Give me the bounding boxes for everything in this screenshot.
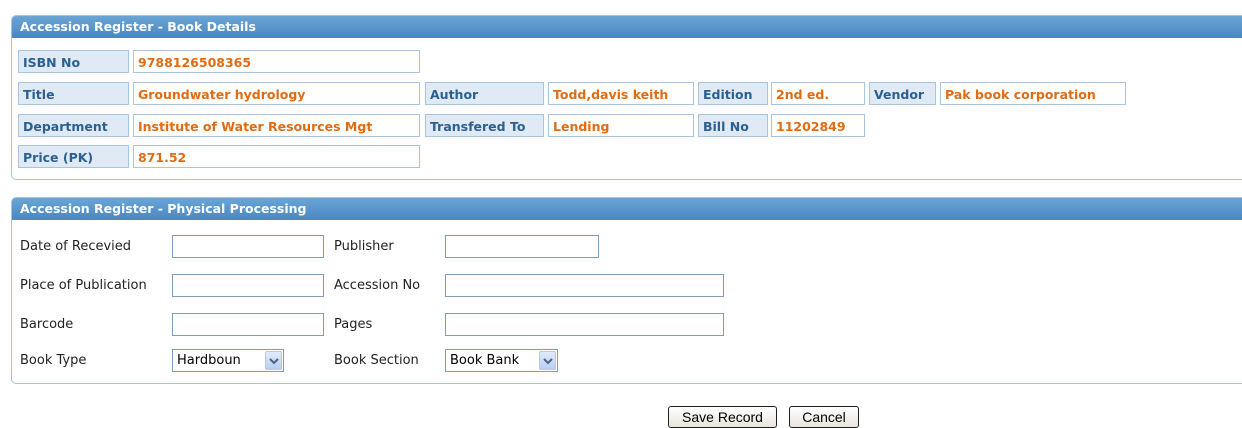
edition-value: 2nd ed. [771,82,865,105]
book-details-panel: Accession Register - Book Details ISBN N… [11,15,1242,180]
barcode-label: Barcode [20,317,74,332]
edition-label: Edition [698,82,768,105]
date-received-label: Date of Recevied [20,239,132,254]
vendor-value: Pak book corporation [940,82,1126,105]
title-label: Title [18,82,129,105]
chevron-down-icon[interactable] [539,351,556,370]
book-section-select[interactable]: Book Bank [445,349,558,372]
department-value: Institute of Water Resources Mgt [133,114,420,137]
department-label: Department [18,114,129,137]
book-details-header: Accession Register - Book Details [12,16,1242,38]
vendor-label: Vendor [869,82,936,105]
price-value: 871.52 [133,145,420,168]
place-of-publication-input[interactable] [172,274,324,297]
transfered-to-label: Transfered To [425,114,544,137]
physical-processing-panel: Accession Register - Physical Processing… [11,197,1242,384]
cancel-button[interactable]: Cancel [789,406,859,428]
title-value: Groundwater hydrology [133,82,420,105]
publisher-input[interactable] [445,235,599,258]
publisher-label: Publisher [334,239,394,254]
author-label: Author [425,82,544,105]
book-type-select[interactable]: Hardboun [172,349,284,372]
book-section-label: Book Section [334,353,419,368]
accession-no-label: Accession No [334,278,421,293]
pages-label: Pages [334,317,373,332]
book-type-label: Book Type [20,353,87,368]
physical-processing-header: Accession Register - Physical Processing [12,198,1242,220]
book-type-selected: Hardboun [177,353,241,368]
isbn-value: 9788126508365 [133,50,420,73]
bill-no-value: 11202849 [771,114,865,137]
bill-no-label: Bill No [698,114,768,137]
place-of-publication-label: Place of Publication [20,278,147,293]
save-record-button[interactable]: Save Record [668,406,777,428]
date-received-input[interactable] [172,235,324,258]
transfered-to-value: Lending [548,114,694,137]
barcode-input[interactable] [172,313,324,336]
author-value: Todd,davis keith [548,82,694,105]
accession-no-input[interactable] [445,274,724,297]
pages-input[interactable] [445,313,724,336]
book-section-selected: Book Bank [450,353,520,368]
isbn-label: ISBN No [18,50,129,73]
chevron-down-icon[interactable] [265,351,282,370]
price-label: Price (PK) [18,145,129,168]
